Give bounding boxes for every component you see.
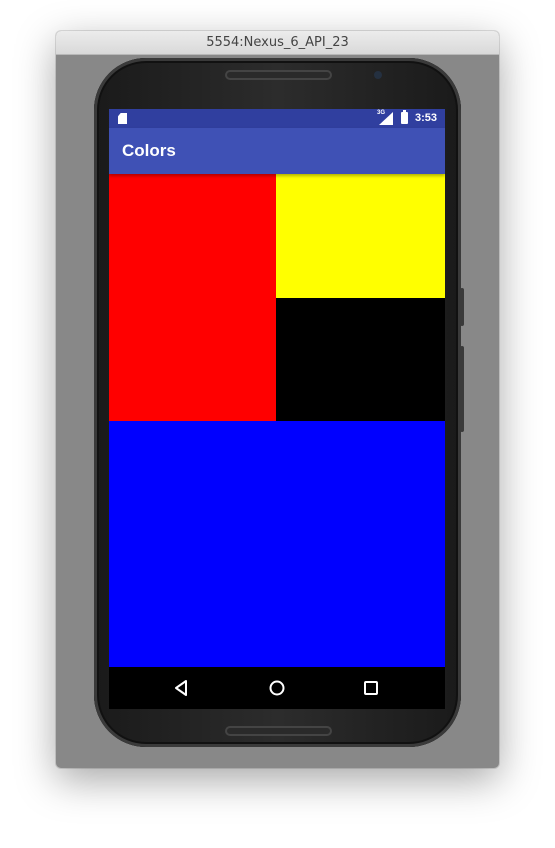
sd-card-icon <box>118 113 127 124</box>
back-icon[interactable] <box>172 678 192 698</box>
network-type-label: 3G <box>377 110 386 116</box>
volume-button[interactable] <box>460 346 464 432</box>
phone-screen: 3G 3:53 Colors <box>109 109 445 709</box>
window-title: 5554:Nexus_6_API_23 <box>56 31 499 55</box>
power-button[interactable] <box>460 288 464 326</box>
red-block <box>109 174 276 421</box>
battery-charging-icon <box>401 110 408 124</box>
app-title: Colors <box>122 141 176 160</box>
bottom-speaker <box>225 726 332 736</box>
yellow-block <box>276 174 445 298</box>
home-icon[interactable] <box>267 678 287 698</box>
color-layout <box>109 174 445 667</box>
front-camera <box>374 71 382 79</box>
top-speaker <box>225 70 332 80</box>
mobile-signal-icon: 3G <box>377 110 393 125</box>
blue-block <box>109 421 445 667</box>
black-block <box>276 298 445 421</box>
recents-icon[interactable] <box>361 678 381 698</box>
app-bar: Colors <box>109 128 445 174</box>
status-time: 3:53 <box>415 112 438 124</box>
navigation-bar <box>109 667 445 709</box>
status-bar: 3G 3:53 <box>109 109 445 128</box>
